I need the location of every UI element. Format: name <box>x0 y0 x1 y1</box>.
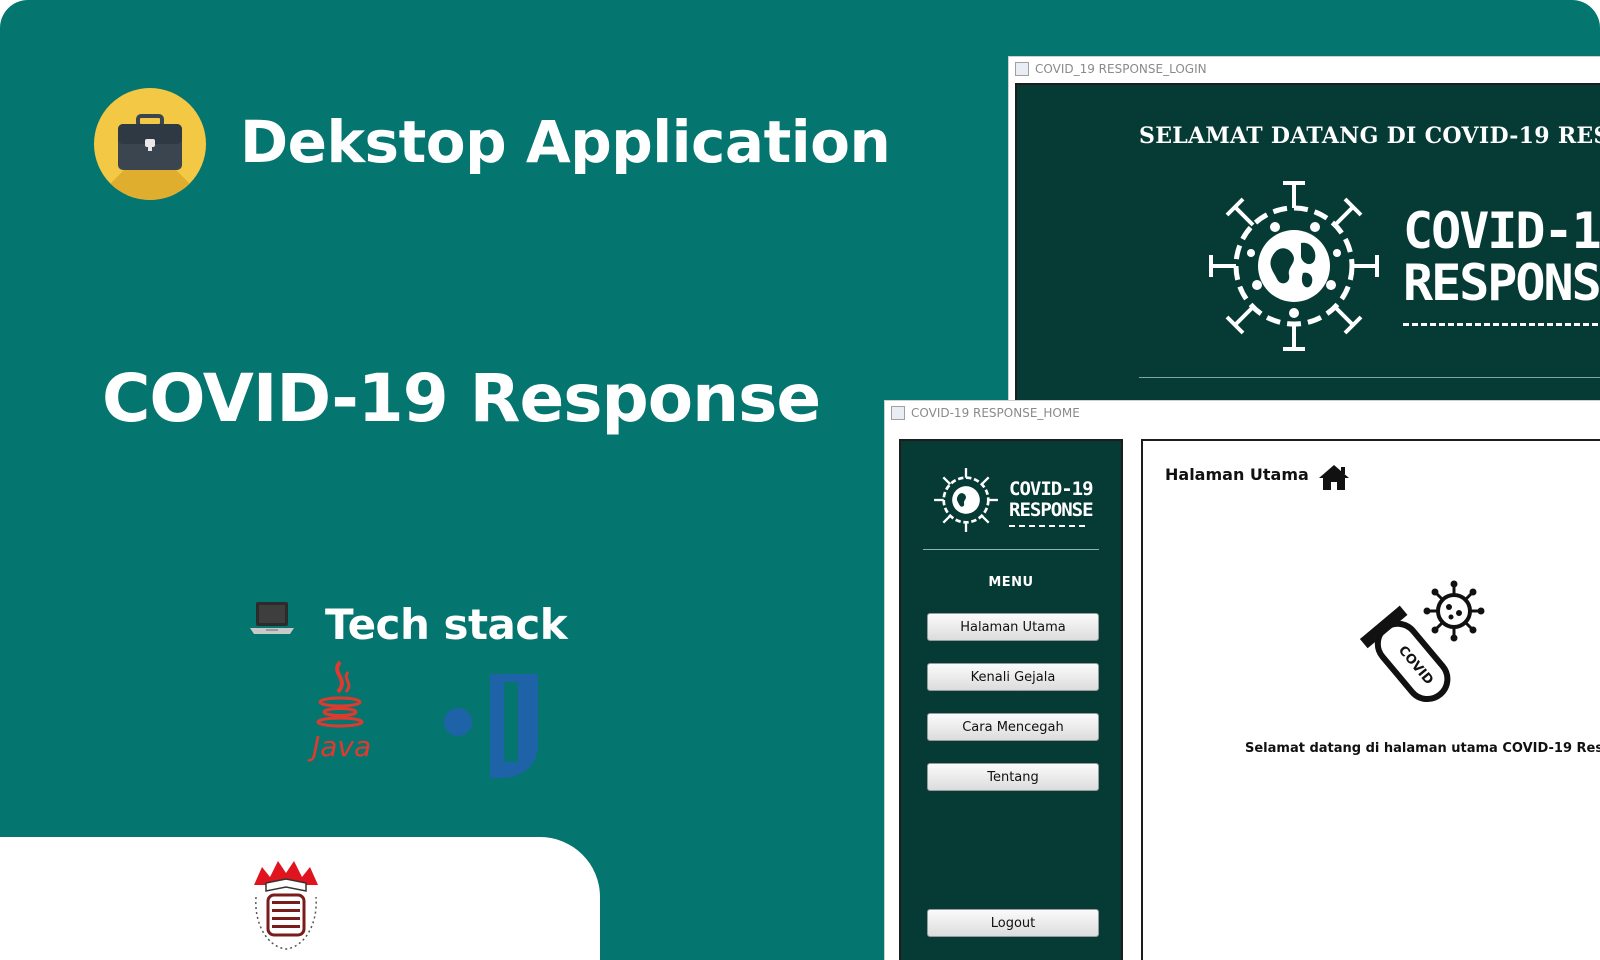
login-brand-line1: COVID-19 <box>1403 202 1600 260</box>
sidebar-brand-line2: RESPONSE <box>1009 499 1094 521</box>
login-window-title: COVID_19 RESPONSE_LOGIN <box>1035 62 1207 76</box>
login-window: COVID_19 RESPONSE_LOGIN SELAMAT DATANG D… <box>1008 56 1600 408</box>
sidebar: COVID-19 RESPONSE MENU Halaman Utama Ken… <box>899 439 1123 960</box>
logout-button[interactable]: Logout <box>927 909 1099 937</box>
login-divider <box>1139 377 1600 378</box>
login-brand-text: COVID-19 RESPONSE <box>1403 205 1600 309</box>
home-window: COVID-19 RESPONSE_HOME COVID-19 RESPONSE… <box>884 400 1600 960</box>
halaman-utama-button[interactable]: Halaman Utama <box>927 613 1099 641</box>
sidebar-menu-heading: MENU <box>988 575 1034 590</box>
virus-globe-icon <box>1203 175 1385 361</box>
stmik-mardira-indonesia-logo <box>248 855 324 957</box>
login-panel: SELAMAT DATANG DI COVID-19 RESP COVID-1 … <box>1015 83 1600 407</box>
project-title: COVID-19 Response <box>102 360 821 437</box>
cara-mencegah-button[interactable]: Cara Mencegah <box>927 713 1099 741</box>
sidebar-divider <box>923 549 1099 550</box>
laptop-icon <box>250 600 294 642</box>
sidebar-brand-underline <box>1009 525 1085 527</box>
java-logo-label: Java <box>312 730 372 763</box>
brand-underline <box>1403 323 1600 326</box>
presentation-canvas: Dekstop Application COVID-19 Response Te… <box>0 0 1600 960</box>
home-window-titlebar[interactable]: COVID-19 RESPONSE_HOME <box>885 401 1600 425</box>
home-icon <box>1317 463 1351 495</box>
login-welcome-text: SELAMAT DATANG DI COVID-19 RESP <box>1139 123 1600 149</box>
java-app-icon <box>891 406 905 420</box>
main-content: Halaman Utama COVID Selamat datang di ha… <box>1141 439 1600 960</box>
tentang-button[interactable]: Tentang <box>927 763 1099 791</box>
welcome-message: Selamat datang di halaman utama COVID-19… <box>1245 741 1600 756</box>
virus-globe-icon <box>931 465 1001 539</box>
tech-stack-title: Tech stack <box>325 600 568 649</box>
login-window-titlebar[interactable]: COVID_19 RESPONSE_LOGIN <box>1009 57 1600 81</box>
briefcase-icon <box>94 88 206 200</box>
sidebar-brand-line1: COVID-19 <box>1009 478 1094 500</box>
home-window-title: COVID-19 RESPONSE_HOME <box>911 406 1080 420</box>
page-title: Halaman Utama <box>1165 465 1309 484</box>
hero-title: Dekstop Application <box>240 108 891 176</box>
java-app-icon <box>1015 62 1029 76</box>
kenali-gejala-button[interactable]: Kenali Gejala <box>927 663 1099 691</box>
sidebar-brand-text: COVID-19 RESPONSE <box>1009 478 1094 521</box>
covid-test-tube-icon: COVID <box>1359 579 1489 713</box>
jetbrains-ij-logo <box>438 674 538 782</box>
login-brand-line2: RESPONSE <box>1403 254 1600 312</box>
